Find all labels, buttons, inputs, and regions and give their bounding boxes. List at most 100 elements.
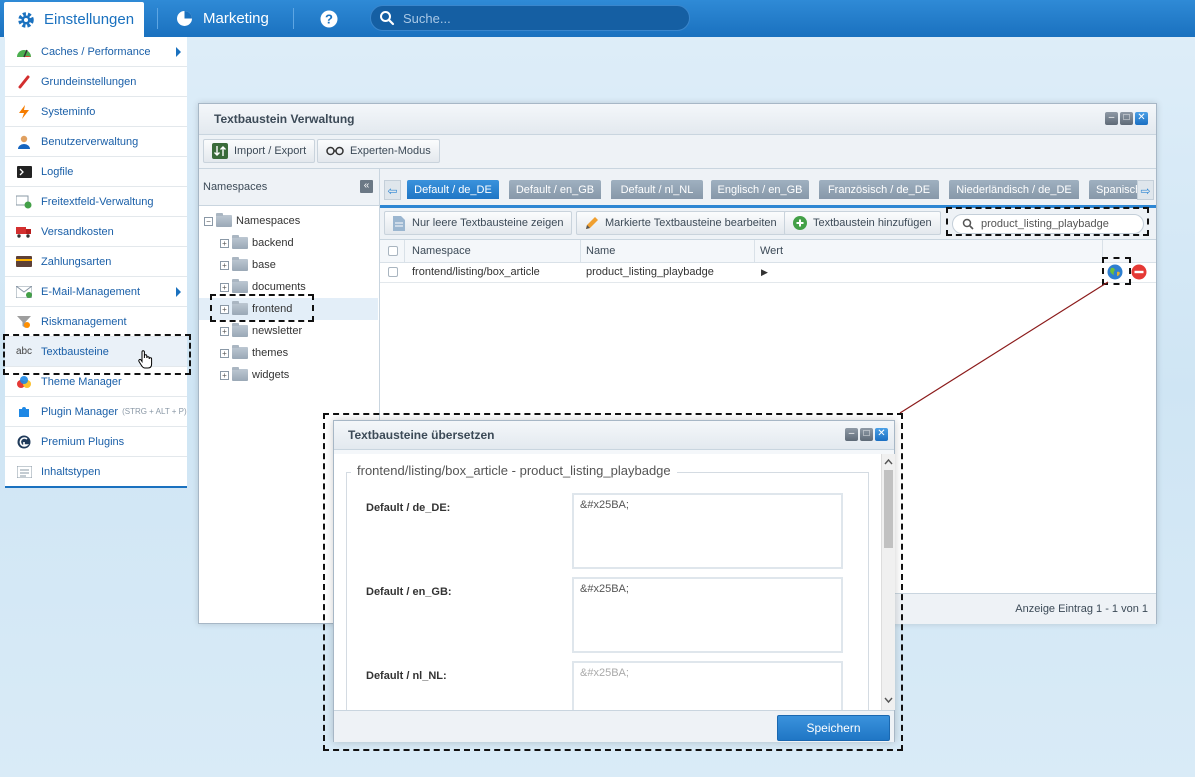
checkbox[interactable] xyxy=(388,267,398,277)
pie-chart-icon xyxy=(177,11,192,26)
cell-value: ▶ xyxy=(761,266,768,277)
translation-field-de[interactable]: &#x25BA; xyxy=(572,493,843,569)
tree-node-label: backend xyxy=(252,237,294,249)
tab-default-nl[interactable]: Default / nl_NL xyxy=(611,180,703,199)
column-header-namespace[interactable]: Namespace xyxy=(412,240,471,262)
expand-tree-icon: + xyxy=(220,326,229,336)
close-button[interactable]: ✕ xyxy=(875,428,888,441)
locale-tab-strip: ⇦ Default / de_DE Default / en_GB Defaul… xyxy=(380,169,1156,208)
window-titlebar[interactable]: Textbaustein Verwaltung xyxy=(199,104,1156,135)
menu-item-caches[interactable]: Caches / Performance xyxy=(5,37,187,67)
field-label-de: Default / de_DE: xyxy=(366,502,451,514)
menu-item-label: Benutzerverwaltung xyxy=(41,135,139,148)
dialog-titlebar[interactable]: Textbausteine übersetzen xyxy=(334,421,894,450)
column-header-wert[interactable]: Wert xyxy=(760,240,783,262)
save-button[interactable]: Speichern xyxy=(777,715,890,741)
show-empty-label: Nur leere Textbausteine zeigen xyxy=(412,217,564,229)
window-title: Textbaustein Verwaltung xyxy=(214,112,355,126)
import-export-button[interactable]: Import / Export xyxy=(203,139,316,163)
settings-tab[interactable]: Einstellungen xyxy=(4,2,144,37)
menu-item-label: Logfile xyxy=(41,165,74,178)
tree-node-base[interactable]: + base xyxy=(220,255,276,275)
import-export-icon xyxy=(212,143,228,159)
tree-node-backend[interactable]: + backend xyxy=(220,233,294,253)
menu-item-freitextfeld[interactable]: Freitextfeld-Verwaltung xyxy=(5,187,187,217)
dialog-title: Textbausteine übersetzen xyxy=(348,428,495,442)
tree-node-widgets[interactable]: + widgets xyxy=(220,365,289,385)
document-icon xyxy=(393,215,405,231)
terminal-icon xyxy=(15,165,33,179)
tab-franzoesisch[interactable]: Französisch / de_DE xyxy=(819,180,939,199)
edit-marked-label: Markierte Textbausteine bearbeiten xyxy=(605,217,777,229)
maximize-button[interactable]: □ xyxy=(1120,112,1133,125)
menu-item-label: Premium Plugins xyxy=(41,435,125,448)
tabs-scroll-right-button[interactable]: ⇨ xyxy=(1137,180,1154,200)
translation-field-nl[interactable]: &#x25BA; xyxy=(572,661,843,710)
tree-node-newsletter[interactable]: + newsletter xyxy=(220,321,302,341)
menu-item-zahlungsarten[interactable]: Zahlungsarten xyxy=(5,247,187,277)
menu-item-grundeinstellungen[interactable]: Grundeinstellungen xyxy=(5,67,187,97)
maximize-button[interactable]: □ xyxy=(860,428,873,441)
help-button[interactable]: ? xyxy=(320,0,338,37)
menu-item-premium-plugins[interactable]: Premium Plugins xyxy=(5,427,187,457)
tab-englisch[interactable]: Englisch / en_GB xyxy=(711,180,809,199)
row-checkbox[interactable] xyxy=(388,262,398,282)
namespace-panel-title: Namespaces xyxy=(203,181,268,193)
tree-node-label: newsletter xyxy=(252,325,303,337)
menu-item-benutzerverwaltung[interactable]: Benutzerverwaltung xyxy=(5,127,187,157)
color-drops-icon xyxy=(15,375,33,389)
menu-item-versandkosten[interactable]: Versandkosten xyxy=(5,217,187,247)
column-divider xyxy=(580,240,581,262)
add-textbaustein-label: Textbaustein hinzufügen xyxy=(813,217,932,229)
folder-icon xyxy=(232,235,248,249)
global-search-input[interactable]: Suche... xyxy=(370,5,690,31)
menu-item-label: Versandkosten xyxy=(41,225,114,238)
marketing-tab[interactable]: Marketing xyxy=(176,0,269,37)
menu-item-email[interactable]: E-Mail-Management xyxy=(5,277,187,307)
topbar-divider xyxy=(157,8,158,29)
menu-item-logfile[interactable]: Logfile xyxy=(5,157,187,187)
dialog-scrollbar[interactable] xyxy=(881,454,895,710)
tabs-scroll-left-button[interactable]: ⇦ xyxy=(384,180,401,200)
menu-item-inhaltstypen[interactable]: Inhaltstypen xyxy=(5,457,187,486)
lightning-icon xyxy=(15,104,33,119)
tab-default-en[interactable]: Default / en_GB xyxy=(509,180,601,199)
menu-item-riskmanagement[interactable]: Riskmanagement xyxy=(5,307,187,337)
tree-node-themes[interactable]: + themes xyxy=(220,343,288,363)
collapse-panel-button[interactable]: « xyxy=(360,180,373,193)
settings-tab-label: Einstellungen xyxy=(44,11,135,28)
premium-logo-icon xyxy=(15,435,33,449)
table-row[interactable]: frontend/listing/box_article product_lis… xyxy=(380,262,1156,283)
tree-node-label: base xyxy=(252,259,276,271)
menu-item-plugin-manager[interactable]: Plugin Manager (STRG + ALT + P) xyxy=(5,397,187,427)
delete-button[interactable] xyxy=(1131,262,1147,282)
minimize-button[interactable]: – xyxy=(1105,112,1118,125)
minimize-button[interactable]: – xyxy=(845,428,858,441)
select-all-checkbox[interactable] xyxy=(388,240,398,262)
tree-root[interactable]: − Namespaces xyxy=(204,211,300,231)
dialog-footer: Speichern xyxy=(334,710,894,742)
tab-label: Englisch / en_GB xyxy=(717,183,803,196)
column-divider xyxy=(754,240,755,262)
menu-item-label: Caches / Performance xyxy=(41,45,151,58)
checkbox[interactable] xyxy=(388,246,398,256)
edit-marked-button[interactable]: Markierte Textbausteine bearbeiten xyxy=(576,211,786,235)
window-controls: – □ ✕ xyxy=(1105,112,1148,125)
translation-field-en[interactable]: &#x25BA; xyxy=(572,577,843,653)
tab-niederlaendisch[interactable]: Niederländisch / de_DE xyxy=(949,180,1079,199)
tree-node-label: themes xyxy=(252,347,289,359)
collapse-tree-icon: − xyxy=(204,216,213,226)
menu-item-shortcut-hint: (STRG + ALT + P) xyxy=(122,407,187,416)
menu-item-systeminfo[interactable]: Systeminfo xyxy=(5,97,187,127)
expert-mode-button[interactable]: Experten-Modus xyxy=(317,139,440,163)
tab-default-de[interactable]: Default / de_DE xyxy=(407,180,499,199)
close-button[interactable]: ✕ xyxy=(1135,112,1148,125)
wrench-icon xyxy=(15,75,33,89)
highlight-box xyxy=(210,294,314,322)
column-header-name[interactable]: Name xyxy=(586,240,615,262)
add-textbaustein-button[interactable]: Textbaustein hinzufügen xyxy=(784,211,941,235)
scrollbar-thumb[interactable] xyxy=(884,470,893,548)
user-icon xyxy=(15,135,33,149)
help-icon: ? xyxy=(320,10,338,27)
show-empty-button[interactable]: Nur leere Textbausteine zeigen xyxy=(384,211,573,235)
